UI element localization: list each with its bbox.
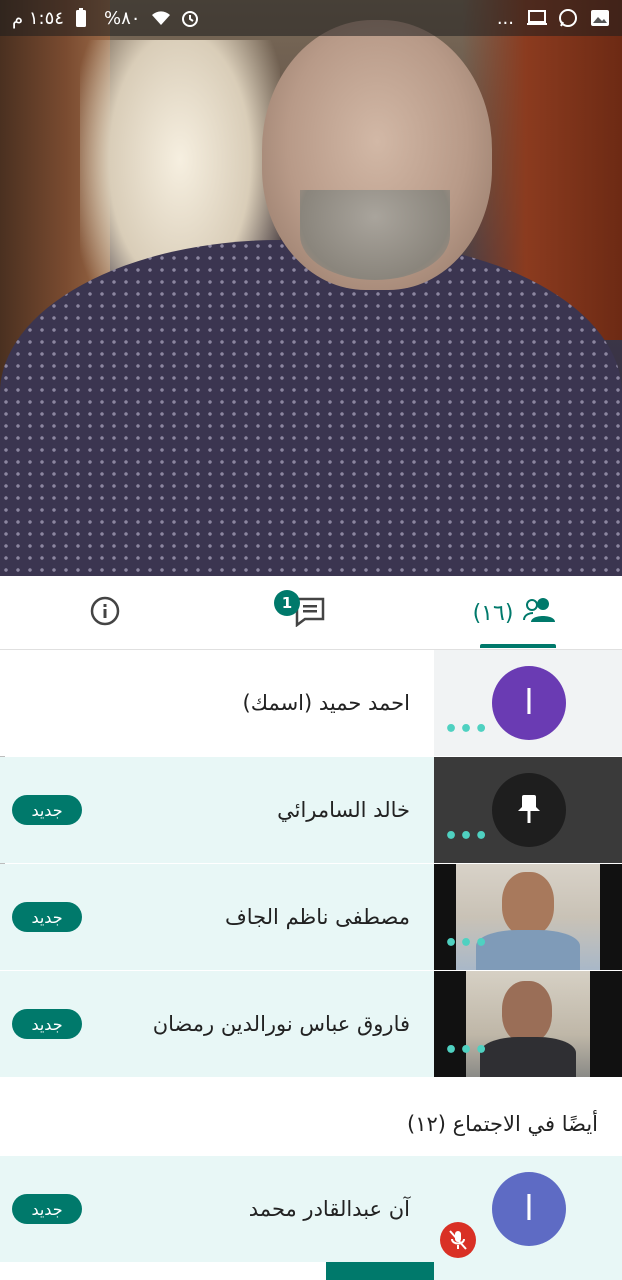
more-options-icon[interactable]: ••• — [444, 717, 489, 742]
participant-tile: ا ••• — [434, 650, 622, 756]
chat-unread-badge: 1 — [274, 590, 300, 616]
battery-percent: %٨٠ — [103, 7, 141, 29]
more-options-icon[interactable]: ••• — [444, 931, 489, 956]
main-video-feed[interactable] — [0, 0, 622, 576]
participant-name: آن عبدالقادر محمد — [248, 1197, 410, 1221]
laptop-icon — [526, 8, 547, 28]
participant-row[interactable]: مصطفى ناظم الجاف جديد ••• — [0, 864, 622, 970]
status-bar: ١:٥٤ م %٨٠ ... — [0, 0, 622, 36]
tab-people[interactable]: (١٦) — [460, 576, 570, 650]
participant-name: مصطفى ناظم الجاف — [224, 905, 410, 929]
participant-name: احمد حميد (اسمك) — [242, 691, 410, 715]
new-badge: جديد — [12, 1194, 82, 1224]
more-options-icon[interactable]: ••• — [444, 1038, 489, 1063]
overflow-dots: ... — [496, 7, 514, 29]
speaker-body — [0, 240, 622, 576]
avatar: ا — [492, 1172, 566, 1246]
participant-video-tile: ••• — [434, 971, 622, 1077]
tab-info[interactable] — [60, 576, 150, 650]
bottom-bar — [0, 1262, 622, 1280]
participant-row[interactable]: فاروق عباس نورالدين رمضان جديد ••• — [0, 971, 622, 1077]
info-icon — [90, 596, 120, 630]
participant-name: فاروق عباس نورالدين رمضان — [152, 1012, 410, 1036]
gallery-icon — [590, 8, 610, 28]
people-icon — [523, 596, 557, 630]
status-time: ١:٥٤ م — [12, 7, 64, 29]
also-in-meeting-title: أيضًا في الاجتماع (١٢) — [406, 1112, 598, 1136]
participant-row[interactable]: آن عبدالقادر محمد جديد ا — [0, 1156, 622, 1262]
participant-row-self[interactable]: احمد حميد (اسمك) ا ••• — [0, 650, 622, 756]
participant-row[interactable]: خالد السامرائي جديد ••• — [0, 757, 622, 863]
participant-name: خالد السامرائي — [277, 798, 410, 822]
more-options-icon[interactable]: ••• — [444, 824, 489, 849]
new-badge: جديد — [12, 902, 82, 932]
whatsapp-icon — [558, 8, 578, 28]
participant-tile: ••• — [434, 757, 622, 863]
pin-icon — [492, 773, 566, 847]
participant-video-tile: ••• — [434, 864, 622, 970]
speaker-beard — [300, 190, 450, 280]
mic-off-icon — [440, 1222, 476, 1258]
people-count: (١٦) — [472, 600, 514, 626]
alarm-icon — [180, 8, 200, 28]
active-tab-indicator — [480, 644, 556, 648]
tab-chat[interactable] — [260, 576, 360, 650]
new-badge: جديد — [12, 1009, 82, 1039]
avatar: ا — [492, 666, 566, 740]
new-badge: جديد — [12, 795, 82, 825]
wifi-icon — [150, 8, 171, 28]
battery-icon — [74, 8, 94, 28]
meeting-tab-bar: (١٦) — [0, 576, 622, 650]
